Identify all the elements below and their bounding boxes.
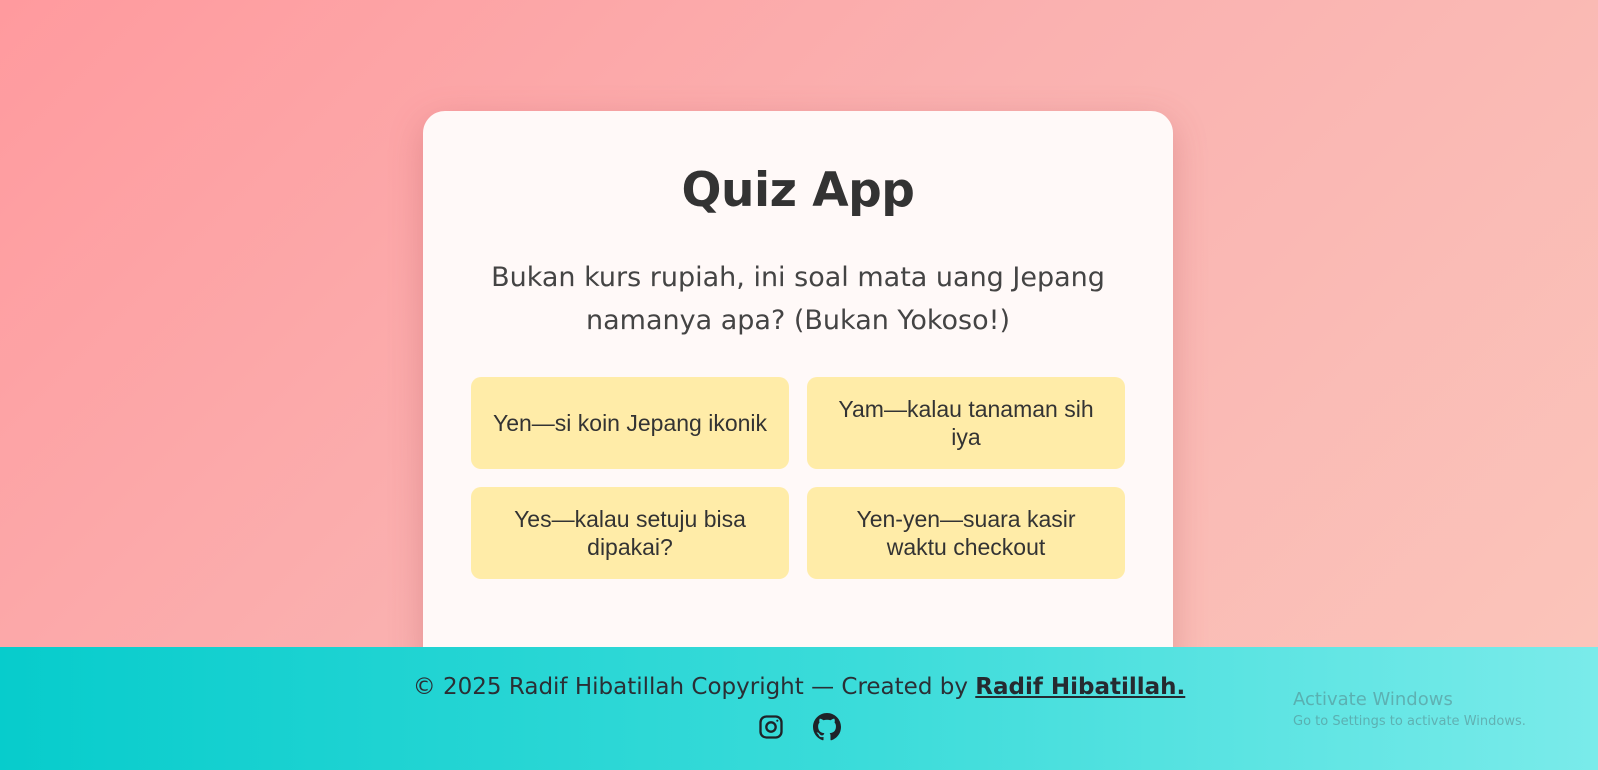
github-icon — [813, 713, 841, 741]
question-text: Bukan kurs rupiah, ini soal mata uang Je… — [491, 262, 1105, 336]
answer-grid: Yen—si koin Jepang ikonik Yam—kalau tana… — [471, 377, 1125, 579]
windows-activation-watermark: Activate Windows Go to Settings to activ… — [1293, 688, 1526, 732]
watermark-subtitle: Go to Settings to activate Windows. — [1293, 714, 1526, 729]
answer-option-1[interactable]: Yen—si koin Jepang ikonik — [471, 377, 789, 469]
answer-option-3[interactable]: Yes—kalau setuju bisa dipakai? — [471, 487, 789, 579]
watermark-title: Activate Windows — [1293, 689, 1453, 710]
author-link[interactable]: Radif Hibatillah. — [975, 674, 1185, 700]
app-title: Quiz App — [681, 163, 915, 218]
instagram-link[interactable] — [756, 713, 786, 743]
instagram-icon — [759, 715, 783, 739]
github-link[interactable] — [812, 713, 842, 743]
answer-option-2[interactable]: Yam—kalau tanaman sih iya — [807, 377, 1125, 469]
copyright-text: © 2025 Radif Hibatillah Copyright — Crea… — [412, 674, 976, 700]
answer-option-4[interactable]: Yen-yen—suara kasir waktu checkout — [807, 487, 1125, 579]
quiz-card: Quiz App Bukan kurs rupiah, ini soal mat… — [423, 111, 1173, 671]
